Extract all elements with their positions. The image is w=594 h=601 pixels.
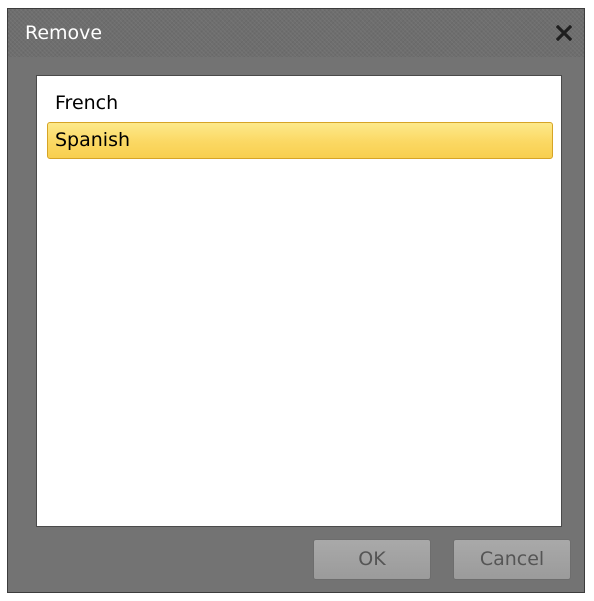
language-list-items: French Spanish	[37, 85, 561, 159]
language-list[interactable]: French Spanish	[36, 75, 562, 527]
list-item-spanish[interactable]: Spanish	[47, 122, 553, 159]
remove-dialog: Remove French Spanish OK Cancel	[7, 8, 585, 593]
title-bar[interactable]: Remove	[8, 9, 584, 57]
close-icon	[556, 25, 572, 41]
cancel-button[interactable]: Cancel	[453, 539, 571, 580]
dialog-footer: OK Cancel	[8, 527, 584, 594]
close-button[interactable]	[550, 19, 578, 47]
list-item-french[interactable]: French	[47, 85, 553, 122]
ok-button[interactable]: OK	[313, 539, 431, 580]
dialog-title: Remove	[25, 22, 103, 44]
